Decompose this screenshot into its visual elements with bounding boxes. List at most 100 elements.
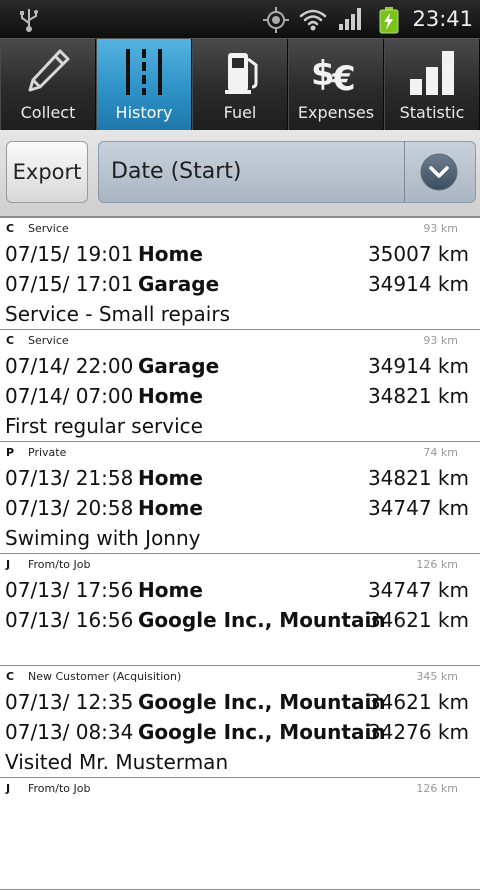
signal-icon: [339, 8, 361, 30]
trip-category: From/to Job: [28, 782, 91, 795]
trip-type-code: J: [6, 558, 11, 571]
gps-icon: [263, 7, 289, 33]
start-time: 07/14/ 07:00: [5, 384, 134, 408]
wifi-icon: [299, 9, 327, 31]
status-time: 23:41: [412, 7, 473, 31]
start-time: 07/15/ 17:01: [5, 272, 134, 296]
entry-header: J From/to Job 126 km: [0, 782, 480, 800]
tab-collect-label: Collect: [20, 103, 76, 122]
trip-history-list: C Service 93 km 07/15/ 19:01 Home 35007 …: [0, 218, 480, 890]
trip-start-row: 07/13/ 16:56 Google Inc., Mountain 34621…: [0, 605, 480, 635]
end-place: Home: [138, 242, 203, 266]
trip-end-row: 07/13/ 17:56 Home 34747 km: [0, 575, 480, 605]
trip-note: First regular service: [5, 414, 203, 438]
end-odometer: 35007 km: [367, 242, 469, 266]
start-odometer: 34621 km: [367, 608, 469, 632]
end-place: Google Inc., Mountain: [138, 690, 386, 714]
start-place: Garage: [138, 272, 220, 296]
end-time: 07/13/ 21:58: [5, 466, 134, 490]
trip-type-code: C: [6, 222, 15, 235]
trip-type-code: P: [6, 446, 15, 459]
chevron-down-icon[interactable]: [419, 152, 459, 192]
trip-distance: 74 km: [423, 446, 458, 459]
currency-icon: $ €: [311, 54, 356, 97]
history-toolbar: Export Date (Start): [0, 130, 480, 218]
trip-end-row: 07/14/ 22:00 Garage 34914 km: [0, 351, 480, 381]
list-item[interactable]: J From/to Job 126 km: [0, 778, 480, 890]
start-place: Google Inc., Mountain: [138, 720, 386, 744]
list-item[interactable]: C Service 93 km 07/15/ 19:01 Home 35007 …: [0, 218, 480, 330]
status-bar: 23:41: [0, 0, 480, 38]
list-item[interactable]: J From/to Job 126 km 07/13/ 17:56 Home 3…: [0, 554, 480, 666]
end-odometer: 34621 km: [367, 690, 469, 714]
tab-history[interactable]: History: [96, 39, 192, 131]
trip-start-row: 07/13/ 08:34 Google Inc., Mountain 34276…: [0, 717, 480, 747]
tab-collect[interactable]: Collect: [0, 39, 96, 131]
tab-statistic-label: Statistic: [399, 103, 465, 122]
list-item[interactable]: P Private 74 km 07/13/ 21:58 Home 34821 …: [0, 442, 480, 554]
entry-header: P Private 74 km: [0, 446, 480, 464]
trip-note: Service - Small repairs: [5, 302, 230, 326]
trip-category: New Customer (Acquisition): [28, 670, 182, 683]
end-time: 07/15/ 19:01: [5, 242, 134, 266]
tab-statistic[interactable]: Statistic: [384, 39, 480, 131]
trip-distance: 93 km: [423, 222, 458, 235]
trip-start-row: 07/13/ 20:58 Home 34747 km: [0, 493, 480, 523]
trip-note-row: Service - Small repairs: [0, 299, 480, 329]
trip-note-row: First regular service: [0, 411, 480, 441]
tab-fuel-label: Fuel: [223, 103, 257, 122]
end-odometer: 34747 km: [367, 578, 469, 602]
usb-icon: [20, 9, 38, 32]
trip-category: Private: [28, 446, 67, 459]
end-place: Garage: [138, 354, 220, 378]
tab-fuel[interactable]: Fuel: [192, 39, 288, 131]
trip-distance: 345 km: [416, 670, 458, 683]
start-time: 07/13/ 20:58: [5, 496, 134, 520]
trip-type-code: C: [6, 670, 15, 683]
start-odometer: 34914 km: [367, 272, 469, 296]
trip-end-row: 07/13/ 12:35 Google Inc., Mountain 34621…: [0, 687, 480, 717]
main-tab-bar: Collect History Fuel $ € Expenses Statis…: [0, 38, 480, 131]
sort-selected-value: Date (Start): [111, 159, 242, 184]
trip-note-row: Visited Mr. Musterman: [0, 747, 480, 777]
tab-expenses[interactable]: $ € Expenses: [288, 39, 384, 131]
tab-expenses-label: Expenses: [297, 103, 375, 122]
start-place: Home: [138, 496, 203, 520]
list-item[interactable]: C New Customer (Acquisition) 345 km 07/1…: [0, 666, 480, 778]
trip-note-row: [0, 635, 480, 665]
start-time: 07/13/ 16:56: [5, 608, 134, 632]
entry-header: C New Customer (Acquisition) 345 km: [0, 670, 480, 688]
trip-end-row: 07/15/ 19:01 Home 35007 km: [0, 239, 480, 269]
trip-type-code: J: [6, 782, 11, 795]
trip-start-row: 07/14/ 07:00 Home 34821 km: [0, 381, 480, 411]
trip-type-code: C: [6, 334, 15, 347]
entry-header: J From/to Job 126 km: [0, 558, 480, 576]
end-time: 07/13/ 12:35: [5, 690, 134, 714]
svg-text:€: €: [331, 59, 356, 97]
bar-chart-icon: [410, 51, 454, 95]
fuel-pump-icon: [225, 53, 258, 94]
sort-divider: [404, 142, 405, 202]
end-time: 07/13/ 17:56: [5, 578, 134, 602]
trip-distance: 126 km: [416, 782, 458, 795]
start-place: Home: [138, 384, 203, 408]
sort-dropdown[interactable]: Date (Start): [98, 141, 476, 203]
trip-category: Service: [28, 222, 69, 235]
trip-distance: 93 km: [423, 334, 458, 347]
entry-header: C Service 93 km: [0, 222, 480, 240]
export-button[interactable]: Export: [6, 141, 88, 203]
trip-category: Service: [28, 334, 69, 347]
start-odometer: 34821 km: [367, 384, 469, 408]
tab-history-label: History: [115, 103, 173, 122]
trip-end-row: 07/13/ 21:58 Home 34821 km: [0, 463, 480, 493]
battery-charging-icon: [379, 7, 399, 34]
start-time: 07/13/ 08:34: [5, 720, 134, 744]
start-place: Google Inc., Mountain: [138, 608, 386, 632]
trip-note-row: Swiming with Jonny: [0, 523, 480, 553]
end-place: Home: [138, 466, 203, 490]
entry-header: C Service 93 km: [0, 334, 480, 352]
trip-distance: 126 km: [416, 558, 458, 571]
end-odometer: 34914 km: [367, 354, 469, 378]
list-item[interactable]: C Service 93 km 07/14/ 22:00 Garage 3491…: [0, 330, 480, 442]
start-odometer: 34747 km: [367, 496, 469, 520]
